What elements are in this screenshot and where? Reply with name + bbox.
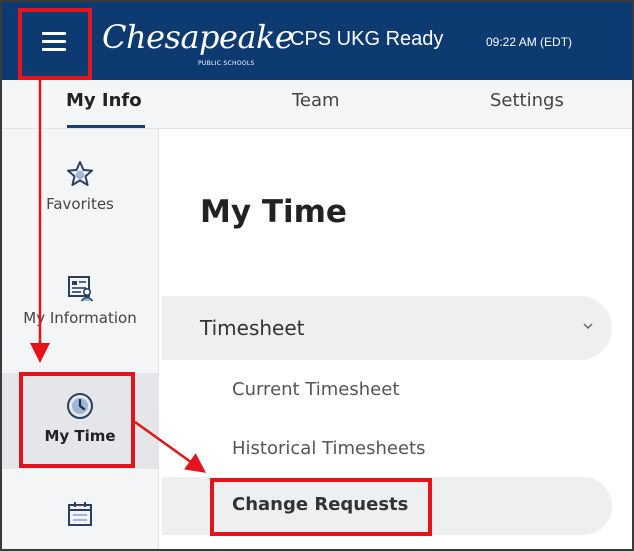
arrow-my-time-to-change-requests (134, 420, 207, 473)
annotation-arrows (30, 80, 207, 473)
app-window: Chesapeake PUBLIC SCHOOLS CPS UKG Ready … (0, 0, 634, 551)
